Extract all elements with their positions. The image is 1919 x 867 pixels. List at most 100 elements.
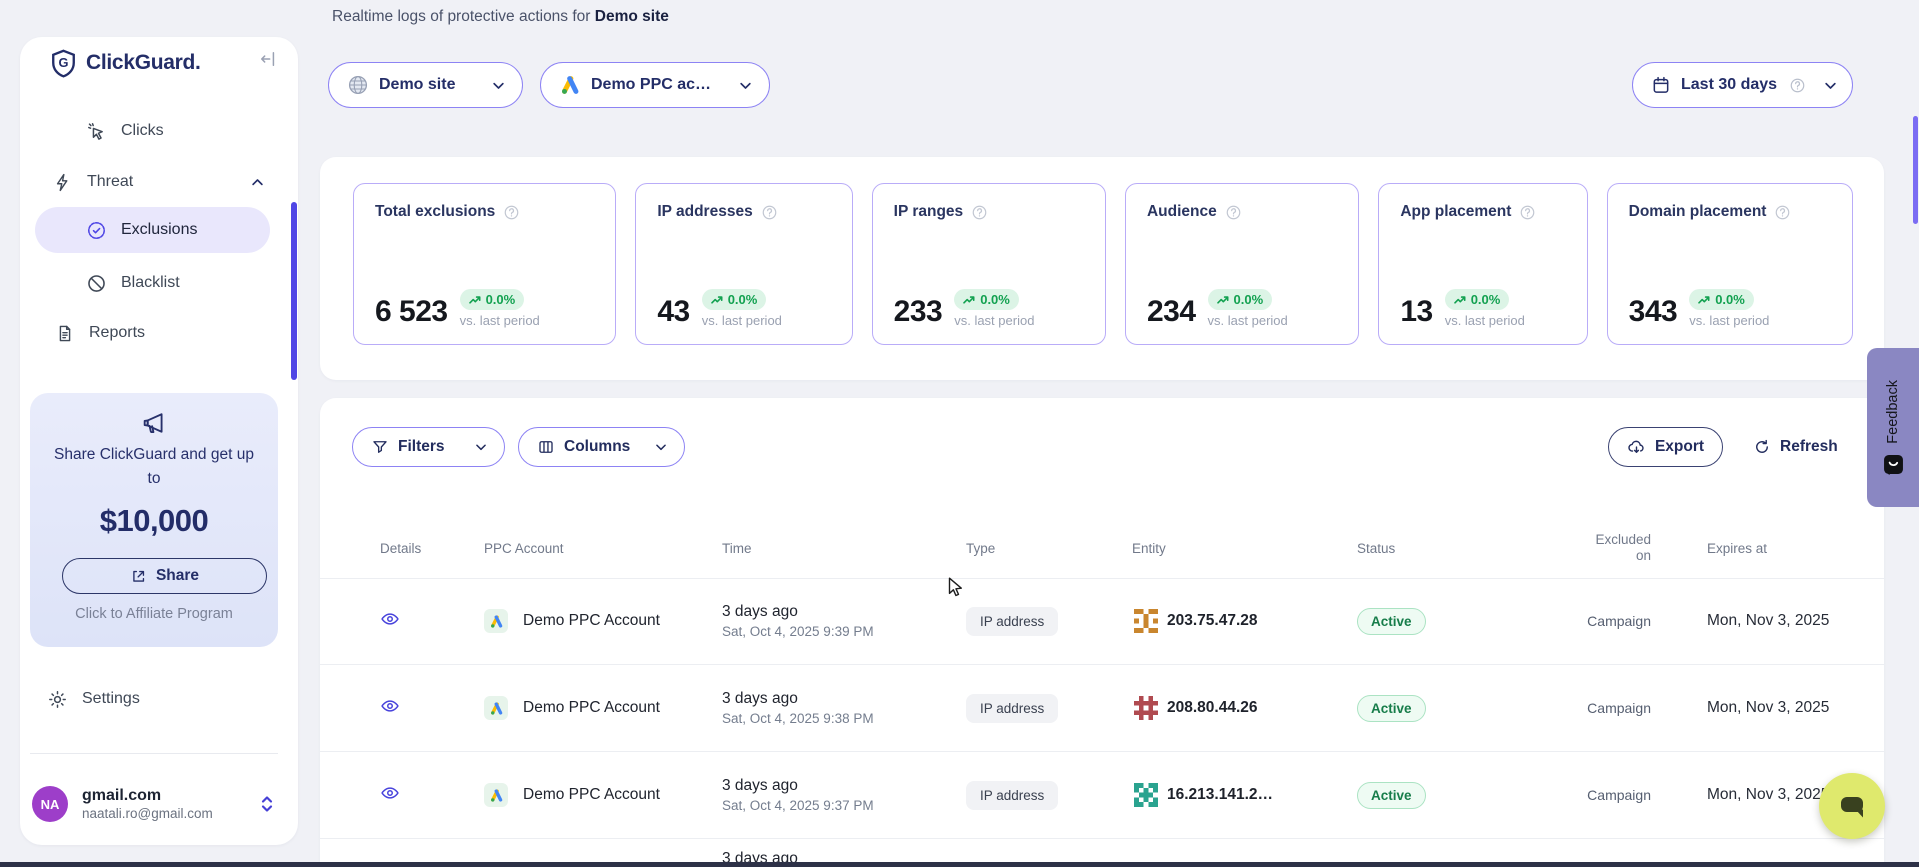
- help-icon[interactable]: [1225, 204, 1242, 221]
- share-amount: $10,000: [30, 503, 278, 539]
- time-relative: 3 days ago: [722, 777, 966, 795]
- stat-compare-label: vs. last period: [1445, 313, 1525, 328]
- sidebar: G ClickGuard. Clicks Threat: [20, 37, 298, 845]
- sidebar-item-label: Threat: [87, 173, 133, 191]
- ppc-account-name: Demo PPC Account: [523, 786, 660, 804]
- affiliate-link[interactable]: Click to Affiliate Program: [30, 606, 278, 622]
- help-icon[interactable]: [1519, 204, 1536, 221]
- ppc-account-name: Demo PPC Account: [523, 612, 660, 630]
- stat-label: Audience: [1147, 203, 1217, 221]
- stat-label: Total exclusions: [375, 203, 495, 221]
- view-details-eye-icon[interactable]: [380, 696, 400, 716]
- column-header: Excluded on: [1530, 532, 1707, 564]
- stat-label: Domain placement: [1629, 203, 1767, 221]
- filter-funnel-icon: [371, 438, 389, 456]
- chat-launcher-button[interactable]: [1819, 773, 1885, 839]
- ban-icon: [86, 273, 107, 294]
- export-button[interactable]: Export: [1608, 427, 1723, 467]
- stat-value: 343: [1629, 297, 1678, 327]
- stat-value: 234: [1147, 297, 1196, 327]
- table-row[interactable]: Demo PPC Account 3 days ago Sat, Oct 4, …: [320, 752, 1884, 839]
- brand-logo[interactable]: G ClickGuard.: [50, 45, 201, 81]
- sidebar-item-exclusions[interactable]: Exclusions: [35, 207, 270, 253]
- lightning-icon: [53, 172, 73, 193]
- stat-delta-badge: 0.0%: [702, 289, 767, 310]
- stats-summary-card: Total exclusions 6 523 0.0% vs. last per…: [320, 157, 1884, 380]
- sidebar-item-label: Reports: [89, 324, 145, 342]
- document-icon: [55, 323, 75, 344]
- account-name: gmail.com: [82, 786, 213, 806]
- site-selector-value: Demo site: [379, 76, 455, 94]
- sidebar-item-settings[interactable]: Settings: [47, 683, 140, 715]
- external-link-icon: [130, 568, 147, 585]
- current-site-name: Demo site: [595, 8, 669, 25]
- sidebar-item-label: Exclusions: [121, 221, 197, 239]
- column-header: Type: [966, 541, 1132, 556]
- affiliate-share-card: Share ClickGuard and get up to $10,000 S…: [30, 393, 278, 647]
- share-button[interactable]: Share: [62, 558, 267, 594]
- stat-value: 13: [1400, 297, 1432, 327]
- column-header: Expires at: [1707, 541, 1854, 556]
- sidebar-item-blacklist[interactable]: Blacklist: [86, 267, 180, 299]
- sidebar-item-label: Settings: [82, 690, 140, 708]
- page-scrollbar-thumb[interactable]: [1913, 116, 1918, 224]
- table-row[interactable]: Demo PPC Account 3 days ago Sat, Oct 4, …: [320, 665, 1884, 752]
- google-ads-icon: [484, 783, 508, 807]
- feedback-tab[interactable]: Feedback: [1867, 348, 1919, 507]
- ip-identicon: [1132, 694, 1160, 722]
- table-row[interactable]: Demo PPC Account 3 days ago Sat, Oct 4, …: [320, 578, 1884, 665]
- gear-icon: [47, 689, 68, 710]
- stat-card: Domain placement 343 0.0% vs. last perio…: [1607, 183, 1853, 345]
- sidebar-item-clicks[interactable]: Clicks: [86, 115, 164, 147]
- sidebar-item-threat[interactable]: Threat: [53, 166, 265, 198]
- help-icon[interactable]: [1774, 204, 1791, 221]
- column-header: Time: [722, 541, 966, 556]
- stat-delta-badge: 0.0%: [954, 289, 1019, 310]
- chevron-down-icon: [654, 440, 668, 454]
- stat-delta-badge: 0.0%: [460, 289, 525, 310]
- stat-compare-label: vs. last period: [1689, 313, 1769, 328]
- stat-card: App placement 13 0.0% vs. last period: [1378, 183, 1587, 345]
- time-exact: Sat, Oct 4, 2025 9:38 PM: [722, 711, 966, 726]
- ip-identicon: [1132, 781, 1160, 809]
- account-switcher[interactable]: NA gmail.com naatali.ro@gmail.com: [32, 783, 286, 825]
- trend-up-icon: [1454, 295, 1466, 305]
- stat-value: 6 523: [375, 297, 448, 327]
- columns-button[interactable]: Columns: [518, 427, 685, 467]
- help-icon[interactable]: [971, 204, 988, 221]
- sidebar-collapse-icon[interactable]: [258, 49, 278, 69]
- site-selector[interactable]: Demo site: [328, 62, 523, 108]
- calendar-icon: [1651, 75, 1671, 95]
- sidebar-item-reports[interactable]: Reports: [55, 317, 145, 349]
- help-icon: [1789, 77, 1806, 94]
- column-header: PPC Account: [484, 541, 722, 556]
- page-subtitle: Realtime logs of protective actions for …: [332, 8, 669, 26]
- help-icon[interactable]: [503, 204, 520, 221]
- stat-compare-label: vs. last period: [954, 313, 1034, 328]
- stat-compare-label: vs. last period: [702, 313, 782, 328]
- sidebar-scroll-indicator[interactable]: [291, 202, 297, 380]
- account-email: naatali.ro@gmail.com: [82, 806, 213, 823]
- stat-card: Audience 234 0.0% vs. last period: [1125, 183, 1359, 345]
- filters-button[interactable]: Filters: [352, 427, 505, 467]
- cloud-download-icon: [1627, 438, 1646, 457]
- ppc-account-selector[interactable]: Demo PPC ac…: [540, 62, 770, 108]
- help-icon[interactable]: [761, 204, 778, 221]
- entity-value: 203.75.47.28: [1167, 612, 1258, 630]
- date-range-value: Last 30 days: [1681, 76, 1777, 94]
- table-header-row: DetailsPPC AccountTimeTypeEntityStatusEx…: [320, 518, 1884, 579]
- view-details-eye-icon[interactable]: [380, 609, 400, 629]
- view-details-eye-icon[interactable]: [380, 783, 400, 803]
- svg-text:G: G: [59, 55, 69, 70]
- share-headline: Share ClickGuard and get up to: [54, 443, 254, 491]
- stats-row: Total exclusions 6 523 0.0% vs. last per…: [353, 183, 1853, 345]
- type-badge: IP address: [966, 694, 1058, 723]
- date-range-selector[interactable]: Last 30 days: [1632, 62, 1853, 108]
- refresh-icon: [1753, 438, 1771, 456]
- trend-up-icon: [1217, 295, 1229, 305]
- sidebar-item-label: Clicks: [121, 122, 164, 140]
- refresh-button[interactable]: Refresh: [1745, 427, 1846, 467]
- stat-value: 233: [894, 297, 943, 327]
- cursor-click-icon: [86, 121, 107, 142]
- chevron-down-icon: [1823, 78, 1838, 93]
